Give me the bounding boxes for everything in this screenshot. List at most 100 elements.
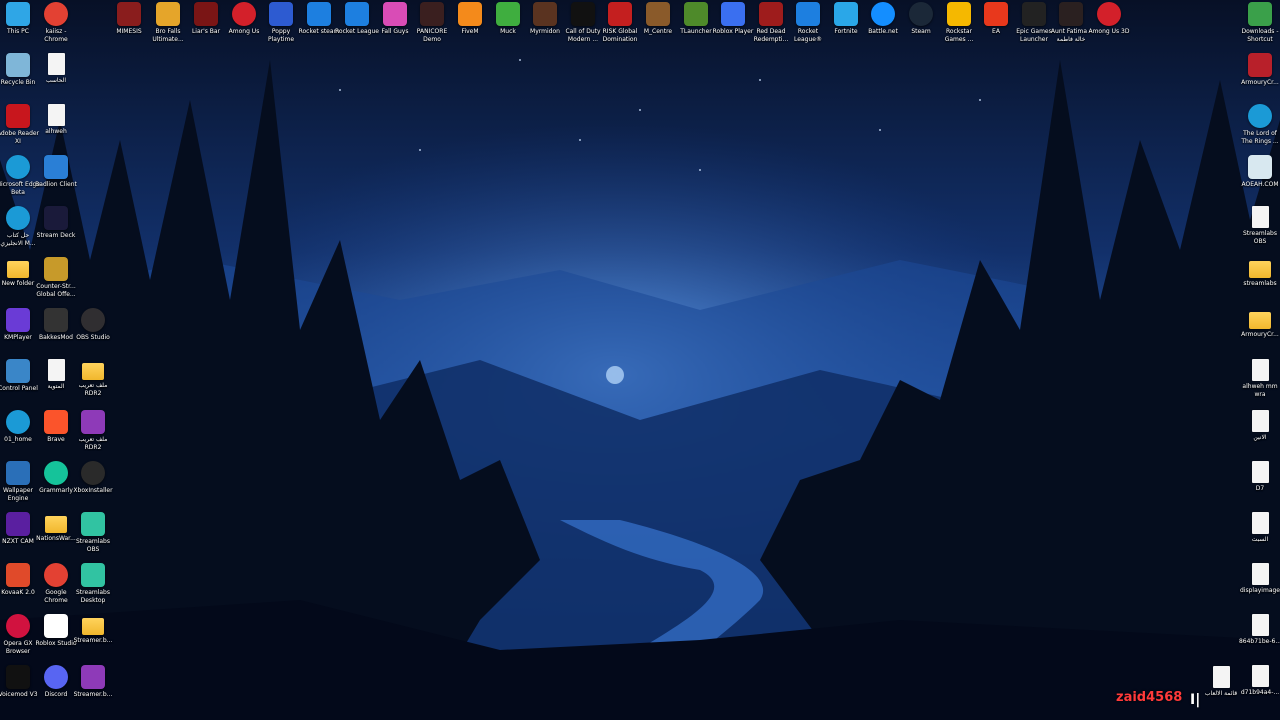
desktop-shortcut[interactable]: Control Panel [0,359,38,393]
desktop-shortcut[interactable]: Among Us 3D [1088,2,1130,36]
armoury-crate-icon [1248,53,1272,77]
grammarly-icon [44,461,68,485]
desktop-shortcut[interactable]: Recycle Bin [0,53,37,87]
risk-icon [608,2,632,26]
desktop-shortcut[interactable]: d71b94a4-... [1241,665,1279,697]
badlion-icon [44,155,68,179]
myrmidon-icon [533,2,557,26]
shortcut-label: AOEAH.COM [1241,181,1279,188]
shortcut-label: Streamer.b... [73,637,113,644]
shortcut-label: Streamlabs OBS [76,538,110,553]
desktop-shortcut[interactable]: السبت [1241,512,1279,544]
recycle-bin-icon [6,53,30,77]
desktop-shortcut[interactable]: kaiisz - Chrome [37,2,75,43]
desktop-shortcut[interactable]: EA [977,2,1015,36]
desktop-shortcut[interactable]: KovaaK 2.0 [0,563,37,597]
desktop-shortcut[interactable]: Rocket League [335,2,379,36]
desktop-shortcut[interactable]: الانين [1241,410,1279,442]
desktop-shortcut[interactable]: قائمة الالعاب [1202,666,1240,698]
desktop-shortcut[interactable]: M_Centre [639,2,677,36]
desktop-shortcut[interactable]: Rocket League® [789,2,827,43]
poppy-icon [269,2,293,26]
desktop-shortcut[interactable]: Rockstar Games ... [940,2,978,43]
desktop-shortcut[interactable]: PANICORE Demo [413,2,451,43]
desktop-shortcut[interactable]: ملف تعريب RDR2 [74,359,112,397]
desktop-shortcut[interactable]: NZXT CAM [0,512,37,546]
desktop-shortcut[interactable]: MIMESIS [110,2,148,36]
desktop-shortcut[interactable]: FiveM [451,2,489,36]
desktop-shortcut[interactable]: The Lord of The Rings ... [1241,104,1279,145]
folder-icon [82,618,104,635]
desktop-shortcut[interactable]: Rocket steam [299,2,339,36]
desktop-shortcut[interactable]: الحاسب [37,53,75,85]
document-icon [47,359,65,381]
desktop-shortcut[interactable]: 01_home [0,410,37,444]
desktop-shortcut[interactable]: ملف تعريب RDR2 [74,410,112,451]
desktop-shortcut[interactable]: Streamlabs OBS [1241,206,1279,245]
epic-icon [1022,2,1046,26]
desktop-shortcut[interactable]: D7 [1241,461,1279,493]
desktop-shortcut[interactable]: Downloads - Shortcut [1241,2,1279,43]
desktop-shortcut[interactable]: Battle.net [864,2,902,36]
bakkesmod-icon [44,308,68,332]
opera-gx-icon [6,614,30,638]
desktop-shortcut[interactable]: Poppy Playtime [262,2,300,43]
shortcut-label: Downloads - Shortcut [1241,28,1279,43]
desktop-shortcut[interactable]: Streamlabs Desktop [74,563,112,604]
ea-icon [984,2,1008,26]
desktop-shortcut[interactable]: حل كتاب الانجليزي M... [0,206,37,247]
monitor-icon [6,2,30,26]
desktop-shortcut[interactable]: Roblox Player [713,2,753,36]
desktop-shortcut[interactable]: ArmouryCr... [1241,53,1279,87]
desktop-shortcut[interactable]: This PC [0,2,37,36]
mcentre-icon [646,2,670,26]
desktop-shortcut[interactable]: RISK Global Domination [601,2,639,43]
desktop-shortcut[interactable]: XboxInstaller [73,461,113,495]
desktop-shortcut[interactable]: Badlion Client [35,155,77,189]
rockstar-icon [947,2,971,26]
desktop-shortcut[interactable]: Counter-Str... Global Offe... [36,257,76,298]
desktop-shortcut[interactable]: Steam [902,2,940,36]
desktop-shortcut[interactable]: Aunt Fatima - خالة فاطمة [1051,2,1091,43]
wallpaper-engine-icon [6,461,30,485]
desktop-shortcut[interactable]: AOEAH.COM [1241,155,1279,189]
desktop-shortcut[interactable]: displayimage [1240,563,1280,595]
desktop-shortcut[interactable]: alhweh mm wra [1241,359,1279,398]
desktop-shortcut[interactable]: streamlabs [1241,257,1279,288]
desktop-shortcut[interactable]: KMPlayer [0,308,37,342]
desktop-shortcut[interactable]: Liar's Bar [187,2,225,36]
desktop-shortcut[interactable]: alhweh [37,104,75,136]
desktop-shortcut[interactable]: Wallpaper Engine [0,461,37,502]
desktop-shortcut[interactable]: Bro Falls Ultimate... [149,2,187,43]
brofalls-icon [156,2,180,26]
folder-icon [45,516,67,533]
desktop-shortcut[interactable]: Stream Deck [37,206,75,240]
steam-icon [909,2,933,26]
csgo-icon [44,257,68,281]
folder-icon [1249,261,1271,278]
shortcut-label: Stream Deck [36,232,76,239]
shortcut-label: الحاسب [45,77,67,84]
desktop-shortcut[interactable]: Streamer.b... [74,614,112,645]
desktop-shortcut[interactable]: 864b71be-6... [1239,614,1280,646]
shortcut-label: ملف تعريب RDR2 [78,382,108,397]
document-icon [1251,359,1269,381]
desktop-shortcut[interactable]: Streamlabs OBS [74,512,112,553]
document-icon [1251,461,1269,483]
desktop-shortcut[interactable]: ArmouryCr... [1241,308,1279,339]
desktop-shortcut[interactable]: Streamer.b... [74,665,112,699]
nzxt-icon [6,512,30,536]
desktop-shortcut[interactable]: Opera GX Browser [0,614,37,655]
desktop-shortcut[interactable]: New folder [0,257,37,288]
desktop-shortcut[interactable]: Adobe Reader XI [0,104,39,145]
desktop[interactable]: This PC kaiisz - Chrome MIMESIS Bro Falls U… [0,0,1280,720]
auntfatima-icon [1059,2,1083,26]
desktop-shortcut[interactable]: Microsoft Edge Beta [0,155,40,196]
desktop-shortcut[interactable]: Myrmidon [526,2,564,36]
desktop-shortcut[interactable]: Voicemod V3 [0,665,38,699]
downloads-icon [1248,2,1272,26]
shortcut-label: D7 [1255,485,1265,492]
text-cursor-icon: I| [1190,692,1201,708]
desktop-shortcut[interactable]: OBS Studio [74,308,112,342]
mw-icon [571,2,595,26]
